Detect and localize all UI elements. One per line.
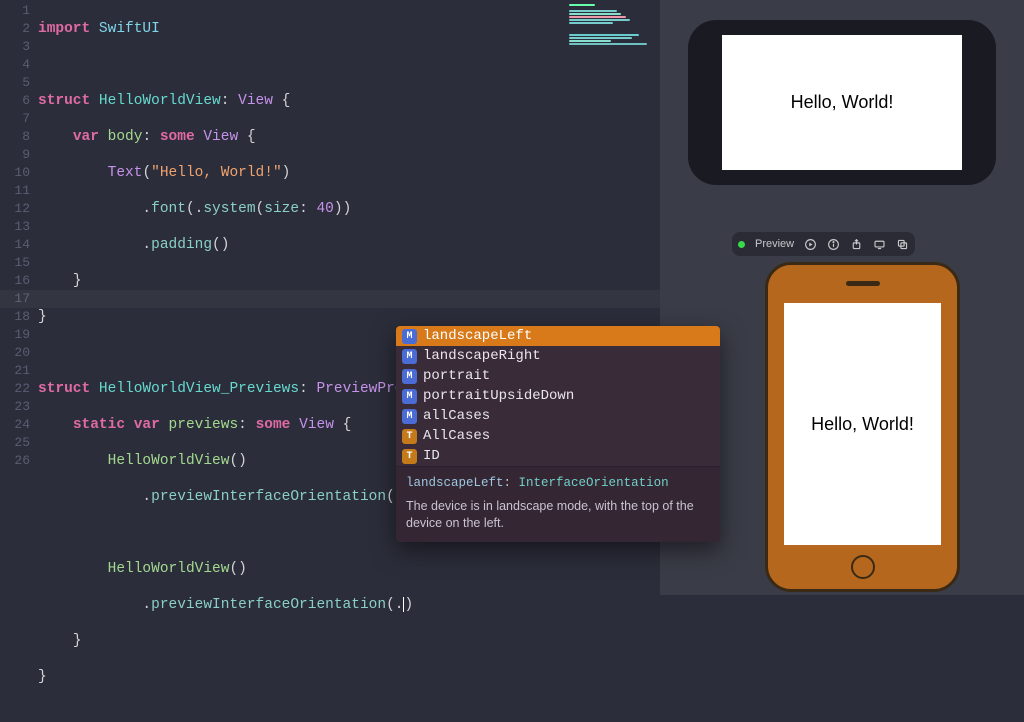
autocomplete-item[interactable]: M portrait [396,366,720,386]
member-icon: M [402,409,417,424]
member-icon: M [402,369,417,384]
autocomplete-item[interactable]: M landscapeLeft [396,326,720,346]
autocomplete-item[interactable]: T ID [396,446,720,466]
duplicate-icon[interactable] [896,238,909,251]
autocomplete-label: landscapeRight [423,348,541,364]
preview-text: Hello, World! [811,414,914,435]
minimap[interactable] [565,0,660,55]
autocomplete-item[interactable]: M landscapeRight [396,346,720,366]
autocomplete-label: landscapeLeft [423,328,532,344]
member-icon: M [402,329,417,344]
line-number-gutter: 1234567891011121314151617181920212223242… [0,0,38,595]
autocomplete-label: allCases [423,408,490,424]
autocomplete-item[interactable]: M allCases [396,406,720,426]
device-screen: Hello, World! [784,303,941,545]
device-speaker [846,281,880,286]
autocomplete-doc: landscapeLeft: InterfaceOrientation The … [396,466,720,542]
autocomplete-item[interactable]: T AllCases [396,426,720,446]
display-icon[interactable] [873,238,886,251]
type-icon: T [402,429,417,444]
autocomplete-label: AllCases [423,428,490,444]
autocomplete-label: portrait [423,368,490,384]
device-preview-landscape[interactable]: Hello, World! [688,20,996,185]
status-dot-icon [738,241,745,248]
device-home-button [851,555,875,579]
export-icon[interactable] [850,238,863,251]
preview-label: Preview [755,238,794,250]
info-icon[interactable] [827,238,840,251]
type-icon: T [402,449,417,464]
autocomplete-popup[interactable]: M landscapeLeft M landscapeRight M portr… [396,326,720,542]
preview-text: Hello, World! [791,92,894,113]
member-icon: M [402,389,417,404]
preview-toolbar: Preview [732,232,915,256]
autocomplete-label: portraitUpsideDown [423,388,574,404]
autocomplete-item[interactable]: M portraitUpsideDown [396,386,720,406]
device-screen: Hello, World! [722,35,962,170]
autocomplete-doc-body: The device is in landscape mode, with th… [406,498,710,532]
device-preview-portrait[interactable]: Hello, World! [765,262,960,592]
member-icon: M [402,349,417,364]
run-icon[interactable] [804,238,817,251]
autocomplete-label: ID [423,448,440,464]
